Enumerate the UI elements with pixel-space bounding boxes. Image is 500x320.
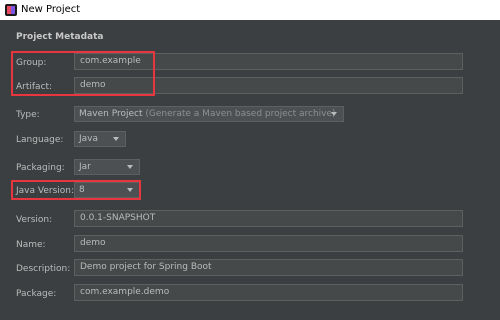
title-bar: New Project [0,0,500,20]
language-value: Java [79,134,99,144]
packaging-select[interactable]: Jar [74,159,140,175]
description-label: Description: [16,264,71,274]
section-title: Project Metadata [16,32,104,42]
java-version-highlight-box [11,180,141,200]
language-label: Language: [16,135,64,145]
chevron-down-icon [331,112,337,116]
packaging-value: Jar [79,162,91,172]
version-field[interactable]: 0.0.1-SNAPSHOT [74,210,463,227]
name-label: Name: [16,240,46,250]
type-label: Type: [16,110,40,120]
window-title: New Project [21,4,81,15]
type-select[interactable]: Maven Project (Generate a Maven based pr… [74,106,344,122]
group-artifact-highlight-box [11,51,155,96]
intellij-app-icon [5,4,17,16]
package-label: Package: [16,289,57,299]
chevron-down-icon [127,165,133,169]
packaging-label: Packaging: [16,163,65,173]
package-field[interactable]: com.example.demo [74,284,463,301]
description-field[interactable]: Demo project for Spring Boot [74,259,463,276]
language-select[interactable]: Java [74,131,126,147]
version-label: Version: [16,215,53,225]
type-hint: (Generate a Maven based project archive) [145,109,336,119]
chevron-down-icon [113,137,119,141]
name-field[interactable]: demo [74,235,463,252]
type-value: Maven Project [79,109,143,119]
